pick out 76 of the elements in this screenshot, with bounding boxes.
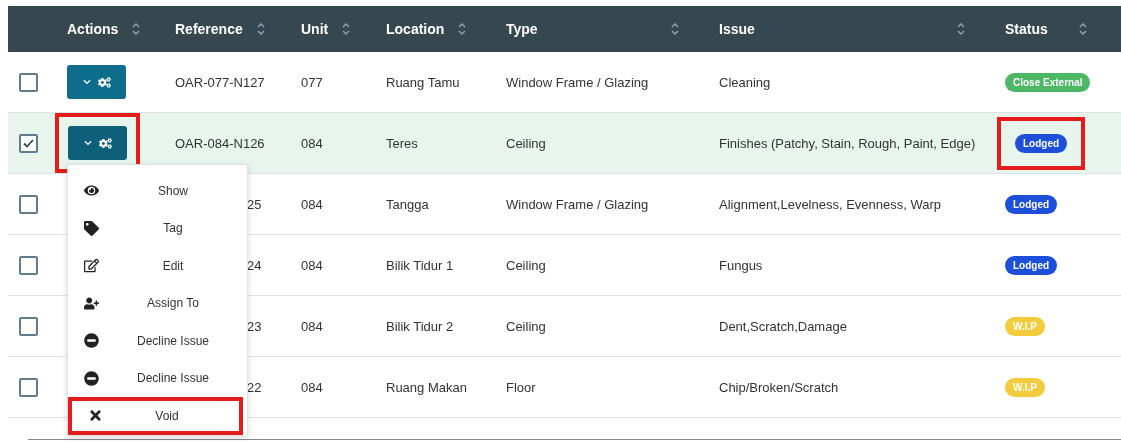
table-cell: Ruang Tamu [386, 74, 460, 90]
row-checkbox[interactable] [19, 72, 38, 92]
tag-icon [84, 220, 99, 236]
sort-icon[interactable] [132, 22, 141, 36]
row-checkbox[interactable] [19, 316, 38, 336]
column-header[interactable]: Actions [67, 21, 119, 37]
status-badge: Lodged [1005, 255, 1058, 275]
menu-item[interactable]: Tag [68, 209, 247, 247]
column-header[interactable]: Issue [719, 21, 755, 37]
table-cell: 22 [247, 379, 262, 395]
sort-icon[interactable] [1079, 22, 1087, 36]
menu-item[interactable]: Show [68, 172, 247, 210]
actions-button[interactable] [68, 126, 127, 160]
gears-icon [97, 75, 111, 89]
status-badge: W.I.P [1005, 377, 1045, 397]
caret-icon [82, 78, 91, 86]
table-cell: Finishes (Patchy, Stain, Rough, Paint, Edge) [719, 135, 976, 151]
actions-button[interactable] [67, 65, 126, 99]
gears-icon [98, 136, 112, 150]
sort-icon[interactable] [342, 22, 351, 36]
close-icon [88, 408, 103, 424]
table-cell: 084 [301, 257, 323, 273]
column-header[interactable]: Unit [301, 21, 329, 37]
column-header[interactable]: Type [506, 21, 538, 37]
table-cell: 084 [301, 379, 323, 395]
checkmark-icon [23, 138, 34, 148]
table-cell: 25 [247, 196, 262, 212]
status-badge: Lodged [1005, 194, 1058, 214]
status-badge: Lodged [1015, 133, 1068, 153]
table-cell: 084 [301, 196, 323, 212]
table-cell: Ceiling [506, 318, 546, 334]
table-cell: Window Frame / Glazing [506, 196, 649, 212]
edit-icon [84, 258, 99, 274]
table-cell: Ceiling [506, 135, 546, 151]
row-checkbox[interactable] [19, 255, 38, 275]
status-badge: Close External [1005, 72, 1091, 92]
column-header[interactable]: Location [386, 21, 445, 37]
table-cell: Tangga [386, 196, 429, 212]
table-cell: OAR-084-N126 [175, 135, 265, 151]
table-row[interactable]: OAR-084-N126 084 Teres Ceiling Finishes (Patchy, Stain, Rough, Paint, Edge) Lodged [8, 113, 1121, 174]
menu-item[interactable]: Void [68, 397, 243, 435]
column-header[interactable]: Reference [175, 21, 243, 37]
table-cell: Bilik Tidur 2 [386, 318, 454, 334]
row-checkbox[interactable] [19, 377, 38, 397]
table-cell: 24 [247, 257, 262, 273]
menu-item[interactable]: Edit [68, 247, 247, 285]
table-cell: Alignment,Levelness, Evenness, Warp [719, 196, 942, 212]
table-cell: Window Frame / Glazing [506, 74, 649, 90]
table-cell: Bilik Tidur 1 [386, 257, 454, 273]
eye-icon [84, 183, 99, 199]
row-checkbox[interactable] [19, 133, 38, 153]
sort-icon[interactable] [671, 22, 679, 36]
table-cell: 084 [301, 135, 323, 151]
table-cell: Floor [506, 379, 536, 395]
column-header[interactable]: Status [1005, 21, 1048, 37]
menu-item[interactable]: Assign To [68, 284, 247, 322]
table-cell: Ruang Makan [386, 379, 467, 395]
caret-icon [83, 139, 92, 147]
table-cell: Dent,Scratch,Damage [719, 318, 847, 334]
row-checkbox[interactable] [19, 194, 38, 214]
status-badge: W.I.P [1005, 316, 1045, 336]
table-cell: Cleaning [719, 74, 771, 90]
table-cell: Chip/Broken/Scratch [719, 379, 839, 395]
sort-icon[interactable] [256, 22, 265, 36]
table-cell: Fungus [719, 257, 763, 273]
menu-item[interactable]: Decline Issue [68, 322, 247, 360]
menu-item[interactable]: Decline Issue [68, 359, 247, 397]
add-user-icon [84, 295, 99, 311]
sort-icon[interactable] [957, 22, 965, 36]
table-cell: Teres [386, 135, 418, 151]
sort-icon[interactable] [458, 22, 467, 36]
table-cell: 23 [247, 318, 262, 334]
table-cell: OAR-077-N127 [175, 74, 265, 90]
table-cell: Ceiling [506, 257, 546, 273]
table-cell: 077 [301, 74, 323, 90]
table-cell: 084 [301, 318, 323, 334]
